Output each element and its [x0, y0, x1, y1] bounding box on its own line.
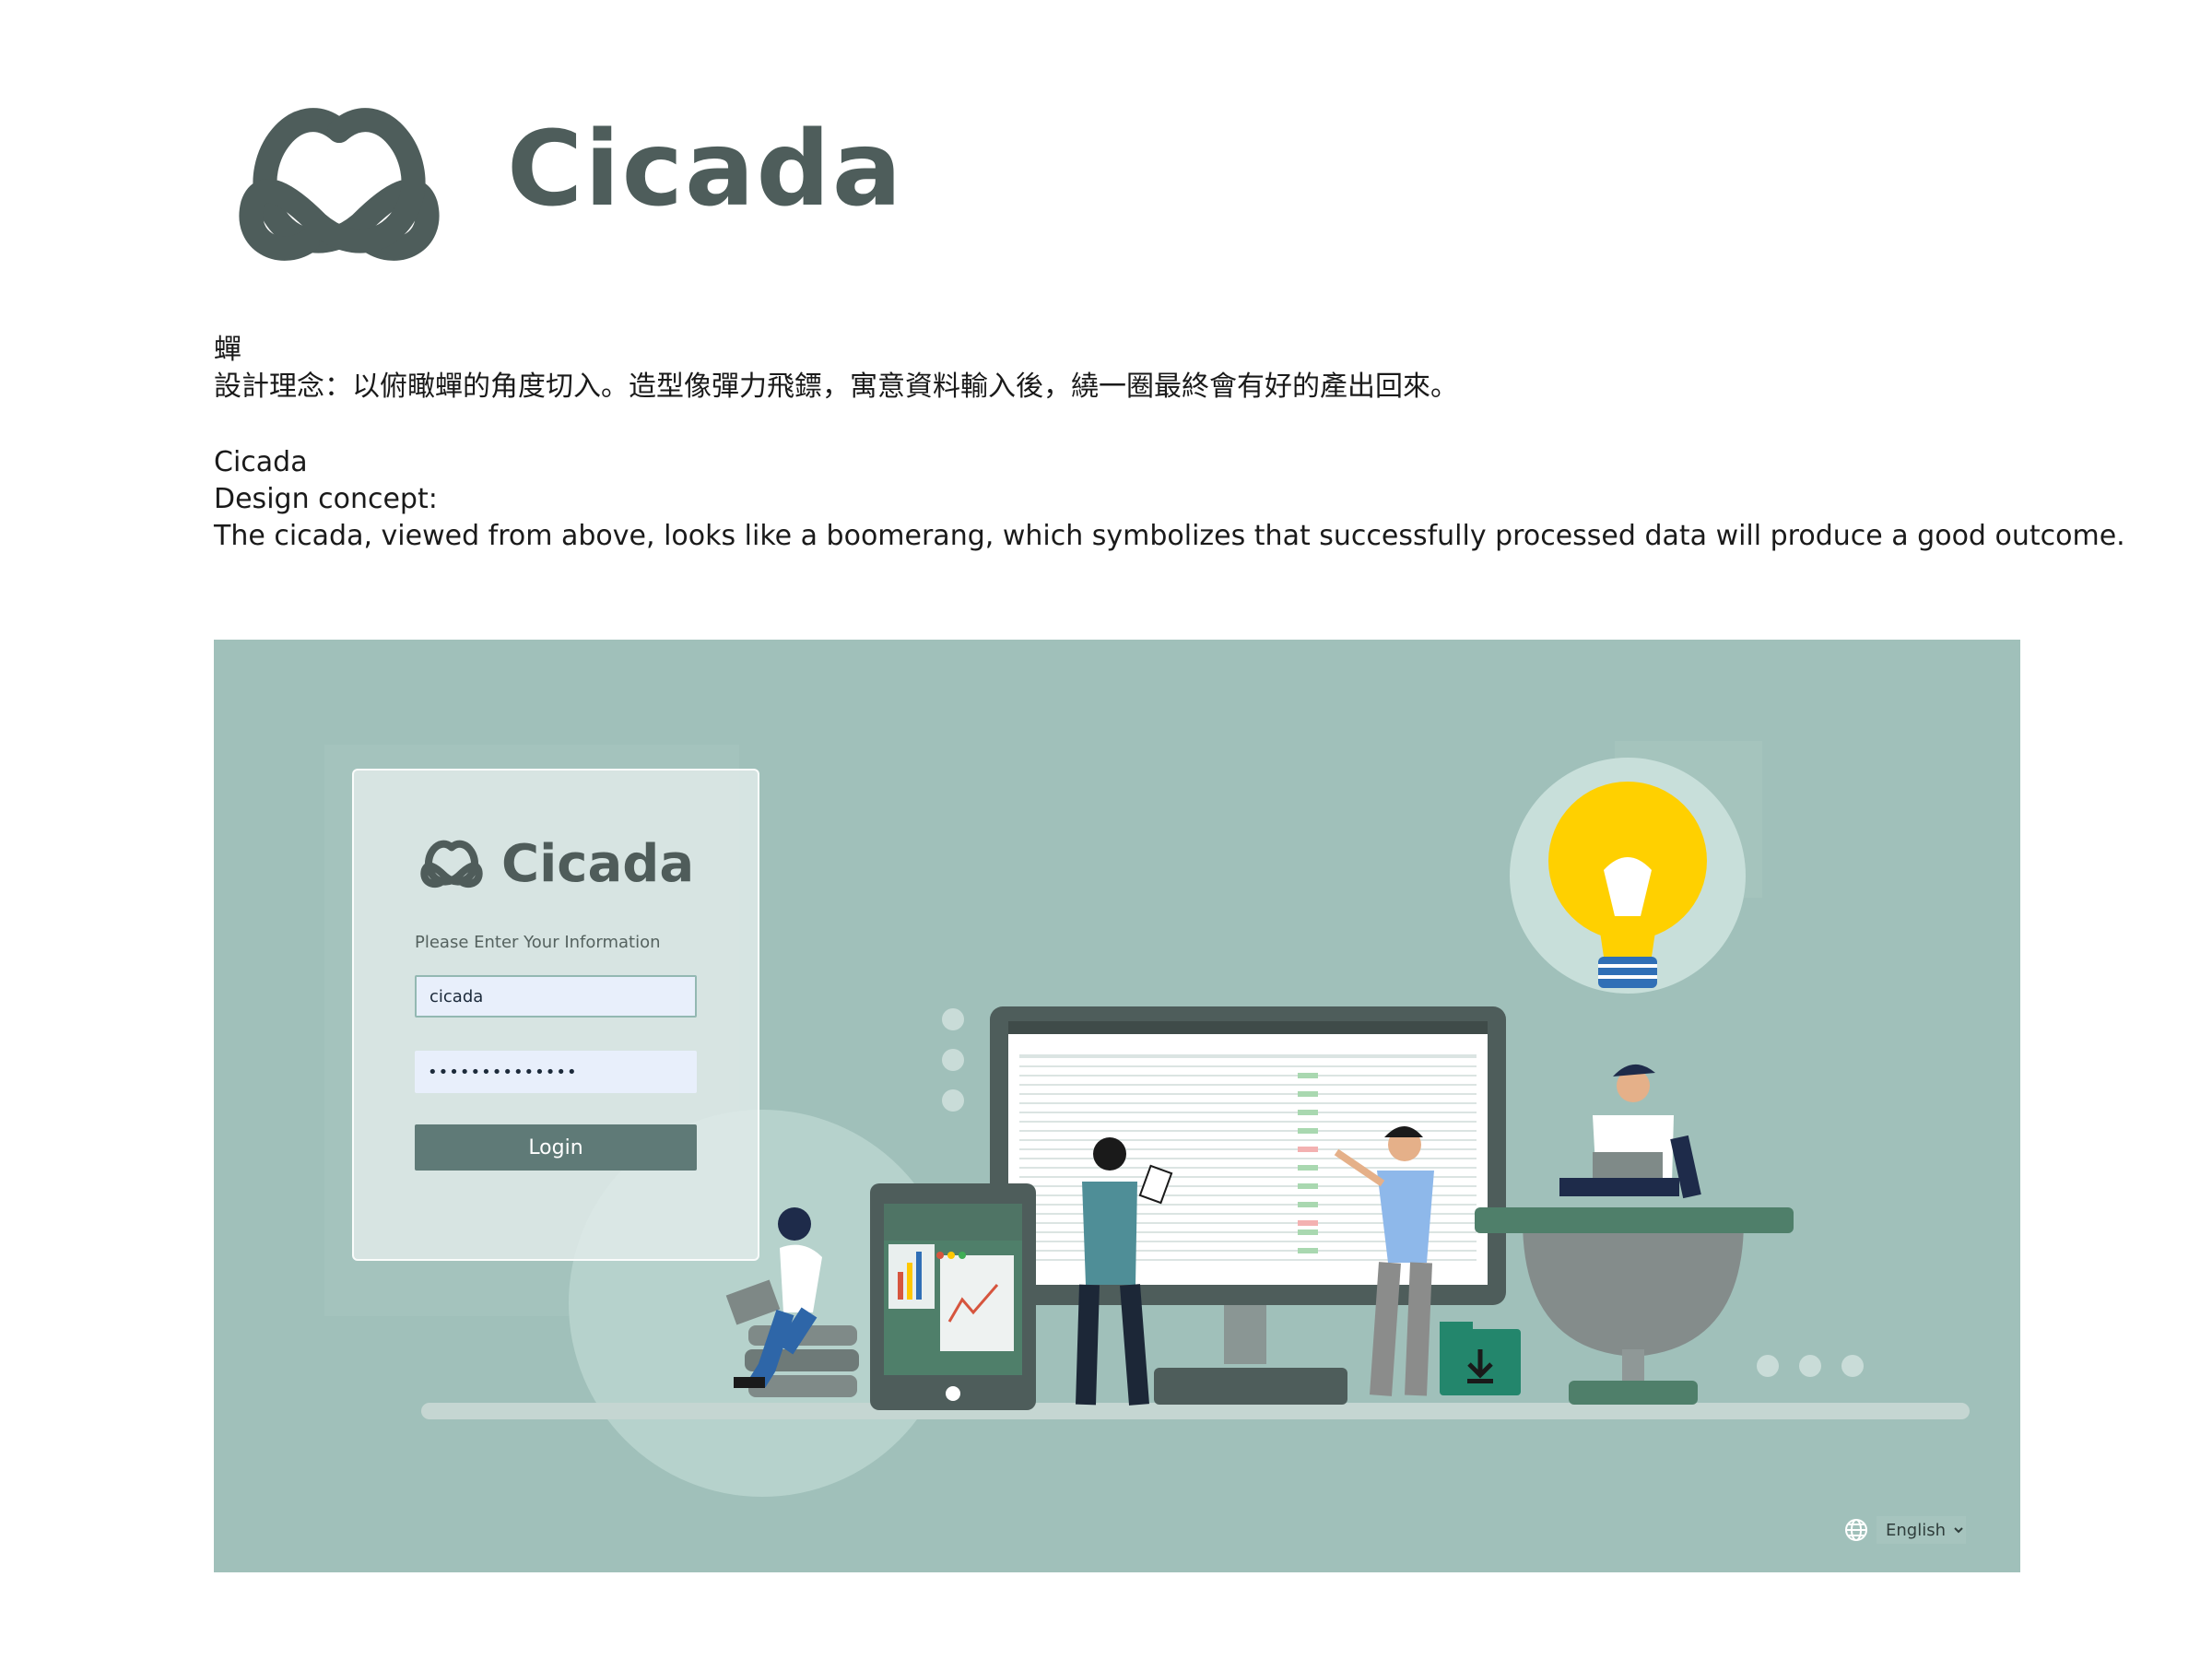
login-prompt: Please Enter Your Information: [415, 933, 661, 952]
language-select[interactable]: English: [1877, 1516, 1966, 1544]
zh-title: 蟬: [214, 334, 241, 366]
globe-icon: [1845, 1519, 1867, 1541]
pedestal-illustration: [1475, 1207, 1794, 1405]
en-concept: The cicada, viewed from above, looks lik…: [214, 520, 2125, 552]
language-selector: English: [1843, 1515, 1966, 1545]
login-button[interactable]: Login: [415, 1124, 697, 1171]
en-title: Cicada: [214, 446, 308, 478]
password-input[interactable]: [415, 1051, 697, 1093]
cicada-logo-icon: [239, 108, 440, 261]
login-page-screenshot: Cicada Please Enter Your Information Log…: [214, 640, 2020, 1572]
login-card: Cicada Please Enter Your Information Log…: [352, 769, 759, 1261]
folder-download-illustration: [1440, 1322, 1521, 1395]
light-bulb-illustration: [1510, 758, 1746, 994]
username-input[interactable]: [415, 975, 697, 1018]
man-with-laptop-illustration: [1559, 1064, 1701, 1199]
cicada-logo-icon: [420, 840, 483, 888]
en-concept-label: Design concept:: [214, 483, 438, 515]
ground-line: [421, 1403, 1970, 1419]
zh-concept: 設計理念：以俯瞰蟬的角度切入。造型像彈力飛鏢，寓意資料輸入後，繞一圈最終會有好的…: [214, 371, 1458, 403]
login-wordmark: Cicada: [501, 834, 695, 894]
tablet-illustration: [870, 1183, 1036, 1410]
brand-wordmark: Cicada: [507, 110, 904, 229]
